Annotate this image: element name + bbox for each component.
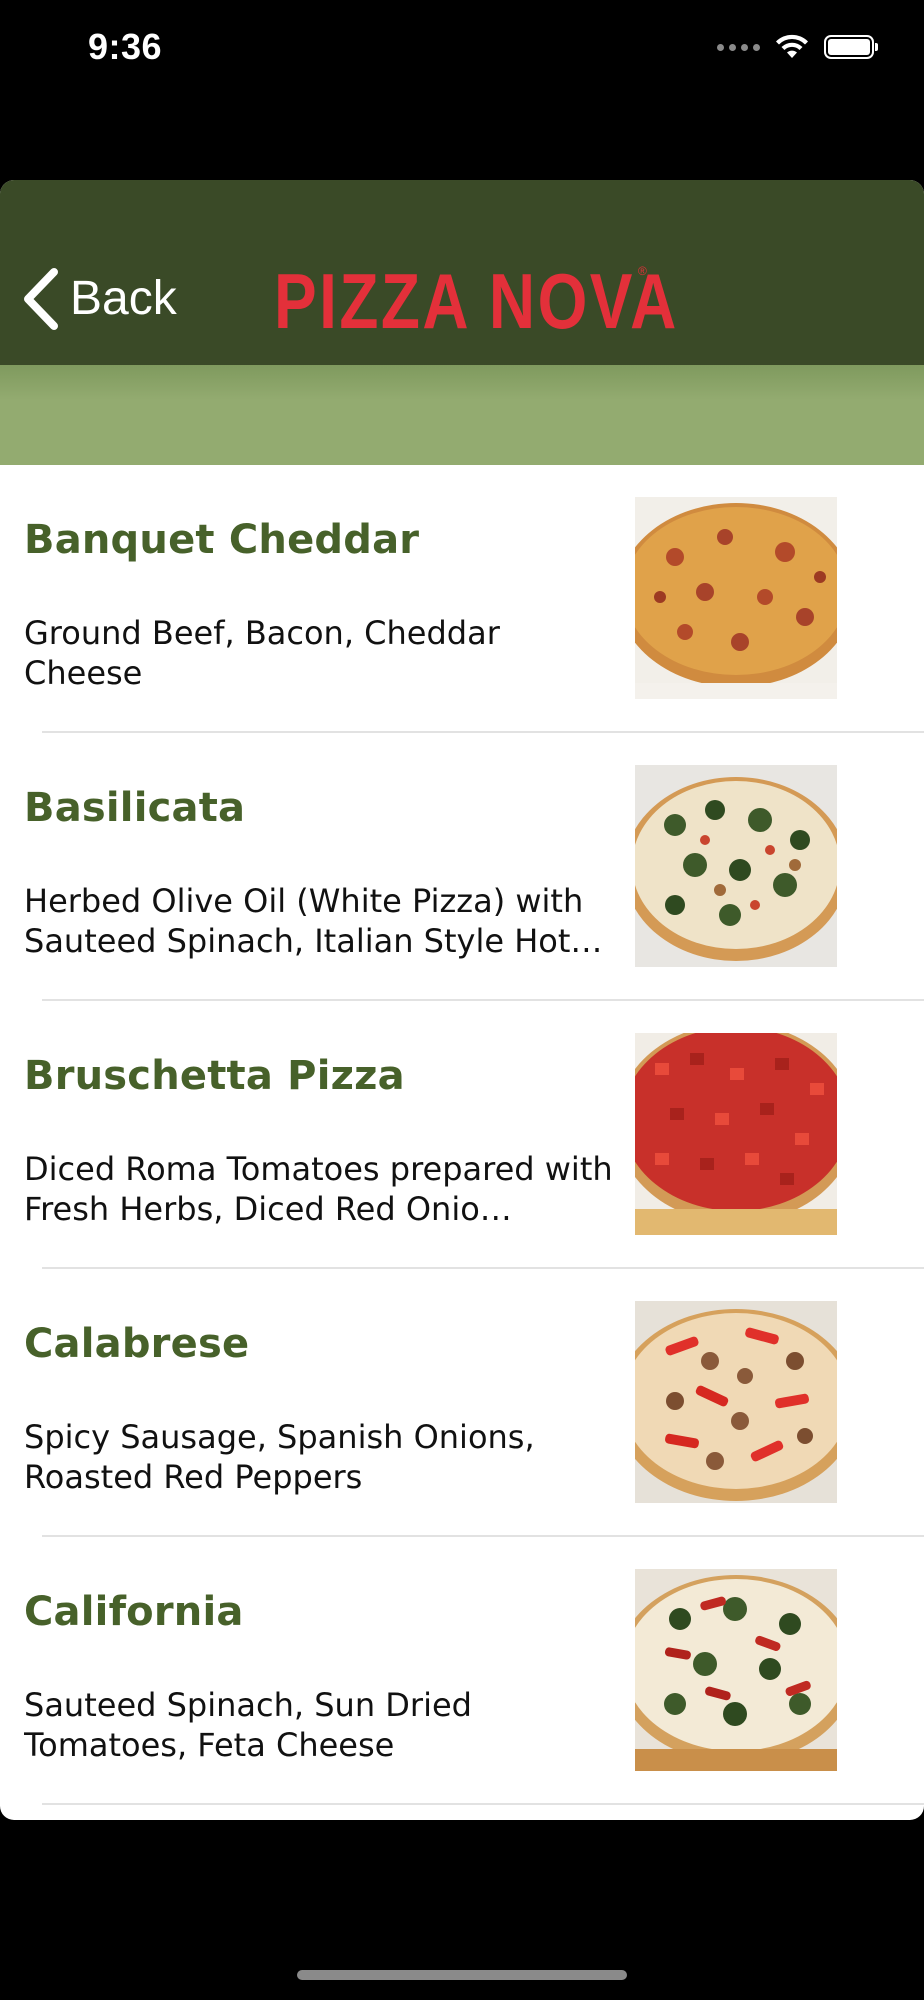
item-description: Herbed Olive Oil (White Pizza) with Saut…: [24, 882, 603, 960]
menu-item[interactable]: Bruschetta Pizza Diced Roma Tomatoes pre…: [0, 1001, 924, 1269]
pizza-nova-logo: PIZZA NOVA ®: [274, 262, 768, 340]
wifi-icon: [776, 34, 808, 58]
chevron-left-icon: [24, 268, 58, 330]
back-button[interactable]: Back: [22, 268, 177, 330]
pizza-image: [635, 1033, 837, 1235]
item-title: Bruschetta Pizza: [24, 1053, 405, 1099]
item-title: California: [24, 1589, 244, 1635]
battery-icon: [824, 35, 878, 59]
item-description: Diced Roma Tomatoes prepared with Fresh …: [24, 1150, 613, 1228]
home-indicator[interactable]: [297, 1970, 627, 1980]
item-description: Sauteed Spinach, Sun Dried Tomatoes, Fet…: [24, 1686, 472, 1764]
pizza-image: [635, 1301, 837, 1503]
logo-text: PIZZA NOVA: [274, 257, 679, 345]
navigation-bar: Back PIZZA NOVA ®: [0, 180, 924, 365]
app-screen: Back PIZZA NOVA ® Banquet Cheddar Ground…: [0, 180, 924, 1820]
item-title: Calabrese: [24, 1321, 250, 1367]
pizza-image: [635, 1569, 837, 1771]
sub-header-band: [0, 365, 924, 465]
menu-item[interactable]: Calabrese Spicy Sausage, Spanish Onions,…: [0, 1269, 924, 1537]
pizza-image: [635, 497, 837, 699]
menu-item[interactable]: Banquet Cheddar Ground Beef, Bacon, Ched…: [0, 465, 924, 733]
menu-item[interactable]: Basilicata Herbed Olive Oil (White Pizza…: [0, 733, 924, 1001]
row-divider: [42, 1803, 924, 1805]
status-icons: [717, 34, 878, 60]
item-title: Basilicata: [24, 785, 246, 831]
pizza-image: [635, 765, 837, 967]
cellular-signal-icon: [717, 43, 760, 51]
item-title: Banquet Cheddar: [24, 517, 420, 563]
menu-item[interactable]: California Sauteed Spinach, Sun Dried To…: [0, 1537, 924, 1805]
back-label: Back: [70, 272, 177, 325]
menu-list: Banquet Cheddar Ground Beef, Bacon, Ched…: [0, 465, 924, 1805]
registered-mark: ®: [638, 264, 647, 278]
item-description: Spicy Sausage, Spanish Onions, Roasted R…: [24, 1418, 535, 1496]
item-description: Ground Beef, Bacon, Cheddar Cheese: [24, 614, 500, 692]
status-bar: 9:36: [0, 0, 924, 100]
status-time: 9:36: [88, 26, 163, 67]
